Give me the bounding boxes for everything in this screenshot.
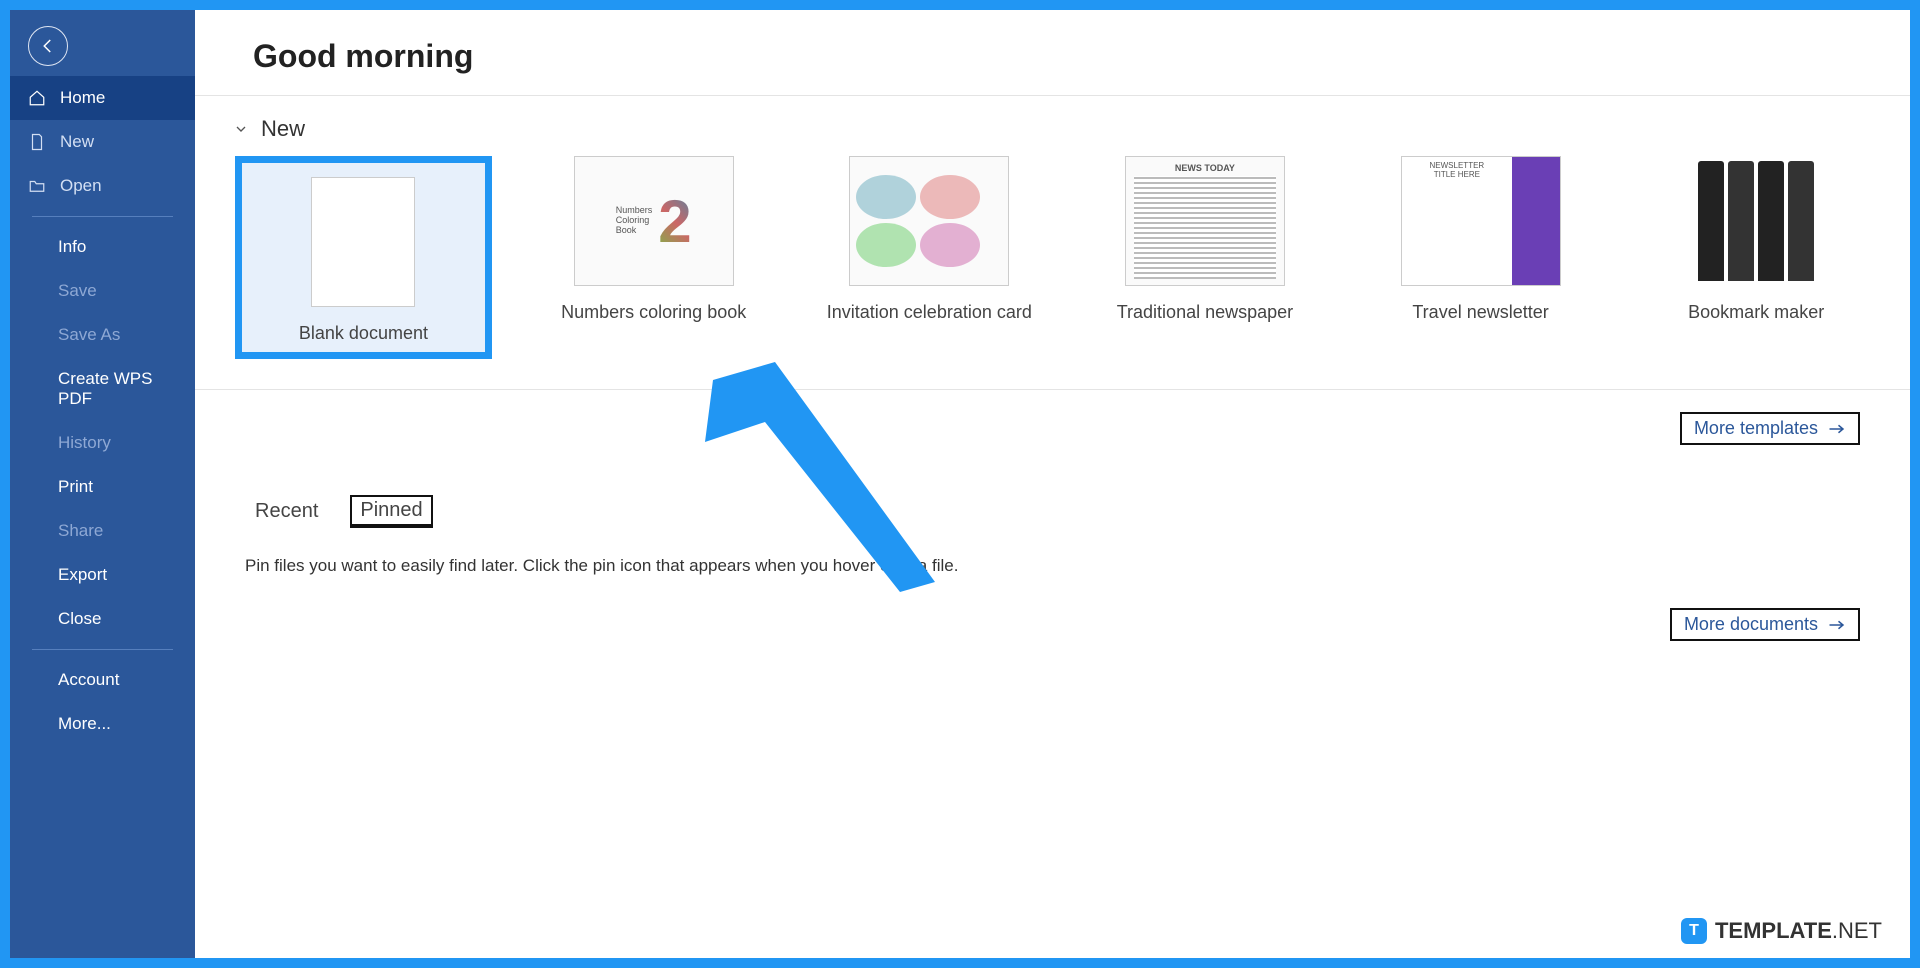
template-invitation-card[interactable]: Invitation celebration card (816, 156, 1044, 323)
nav-info[interactable]: Info (10, 225, 195, 269)
tab-pinned[interactable]: Pinned (350, 495, 432, 528)
app-window: Home New Open Info Save Save As Create W… (10, 10, 1910, 958)
nav-create-wps-pdf[interactable]: Create WPS PDF (10, 357, 195, 421)
template-row: Blank document NumbersColoringBook 2 Num… (195, 156, 1910, 390)
template-blank-label: Blank document (299, 323, 428, 344)
template-travel-label: Travel newsletter (1412, 302, 1548, 323)
nav-new-label: New (60, 132, 94, 152)
more-documents-link[interactable]: More documents (1670, 608, 1860, 641)
template-numbers-coloring-book[interactable]: NumbersColoringBook 2 Numbers coloring b… (540, 156, 768, 323)
watermark-brand-light: .NET (1832, 918, 1882, 943)
divider (32, 649, 173, 650)
template-blank-document[interactable]: Blank document (235, 156, 492, 359)
tab-recent[interactable]: Recent (255, 500, 318, 523)
newspaper-thumb: NEWS TODAY (1125, 156, 1285, 286)
more-documents-label: More documents (1684, 614, 1818, 635)
more-templates-label: More templates (1694, 418, 1818, 439)
nav-close[interactable]: Close (10, 597, 195, 641)
nav-share[interactable]: Share (10, 509, 195, 553)
numbers-thumb: NumbersColoringBook 2 (574, 156, 734, 286)
divider (32, 216, 173, 217)
bookmark-thumb (1676, 156, 1836, 286)
section-new-toggle[interactable]: New (195, 96, 1910, 156)
main-area: Good morning New Blank document NumbersC… (195, 10, 1910, 958)
nav-print[interactable]: Print (10, 465, 195, 509)
watermark-badge-icon: T (1681, 918, 1707, 944)
nav-more[interactable]: More... (10, 702, 195, 746)
section-new-label: New (261, 116, 305, 142)
greeting-title: Good morning (195, 10, 1910, 95)
nav-home[interactable]: Home (10, 76, 195, 120)
folder-open-icon (28, 177, 48, 195)
sidebar: Home New Open Info Save Save As Create W… (10, 10, 195, 958)
nav-save[interactable]: Save (10, 269, 195, 313)
template-numbers-label: Numbers coloring book (561, 302, 746, 323)
travel-thumb: NEWSLETTERTITLE HERE (1401, 156, 1561, 286)
pinned-empty-note: Pin files you want to easily find later.… (195, 538, 1910, 586)
arrow-right-icon (1828, 618, 1846, 632)
blank-thumb (311, 177, 415, 307)
nav-open[interactable]: Open (10, 164, 195, 208)
watermark: T TEMPLATE.NET (1681, 918, 1882, 944)
nav-save-as[interactable]: Save As (10, 313, 195, 357)
more-templates-link[interactable]: More templates (1680, 412, 1860, 445)
arrow-right-icon (1828, 422, 1846, 436)
home-icon (28, 89, 48, 107)
template-invitation-label: Invitation celebration card (827, 302, 1032, 323)
nav-account[interactable]: Account (10, 658, 195, 702)
back-button[interactable] (28, 26, 68, 66)
nav-open-label: Open (60, 176, 102, 196)
recent-pinned-tabs: Recent Pinned (195, 465, 1910, 538)
nav-home-label: Home (60, 88, 105, 108)
template-bookmark-label: Bookmark maker (1688, 302, 1824, 323)
template-newspaper-label: Traditional newspaper (1117, 302, 1293, 323)
nav-history[interactable]: History (10, 421, 195, 465)
back-arrow-icon (39, 37, 57, 55)
document-icon (28, 133, 48, 151)
template-travel-newsletter[interactable]: NEWSLETTERTITLE HERE Travel newsletter (1367, 156, 1595, 323)
invitation-thumb (849, 156, 1009, 286)
chevron-down-icon (233, 121, 249, 137)
nav-new[interactable]: New (10, 120, 195, 164)
template-bookmark-maker[interactable]: Bookmark maker (1642, 156, 1870, 323)
nav-export[interactable]: Export (10, 553, 195, 597)
template-traditional-newspaper[interactable]: NEWS TODAY Traditional newspaper (1091, 156, 1319, 323)
watermark-brand-bold: TEMPLATE (1715, 918, 1832, 943)
